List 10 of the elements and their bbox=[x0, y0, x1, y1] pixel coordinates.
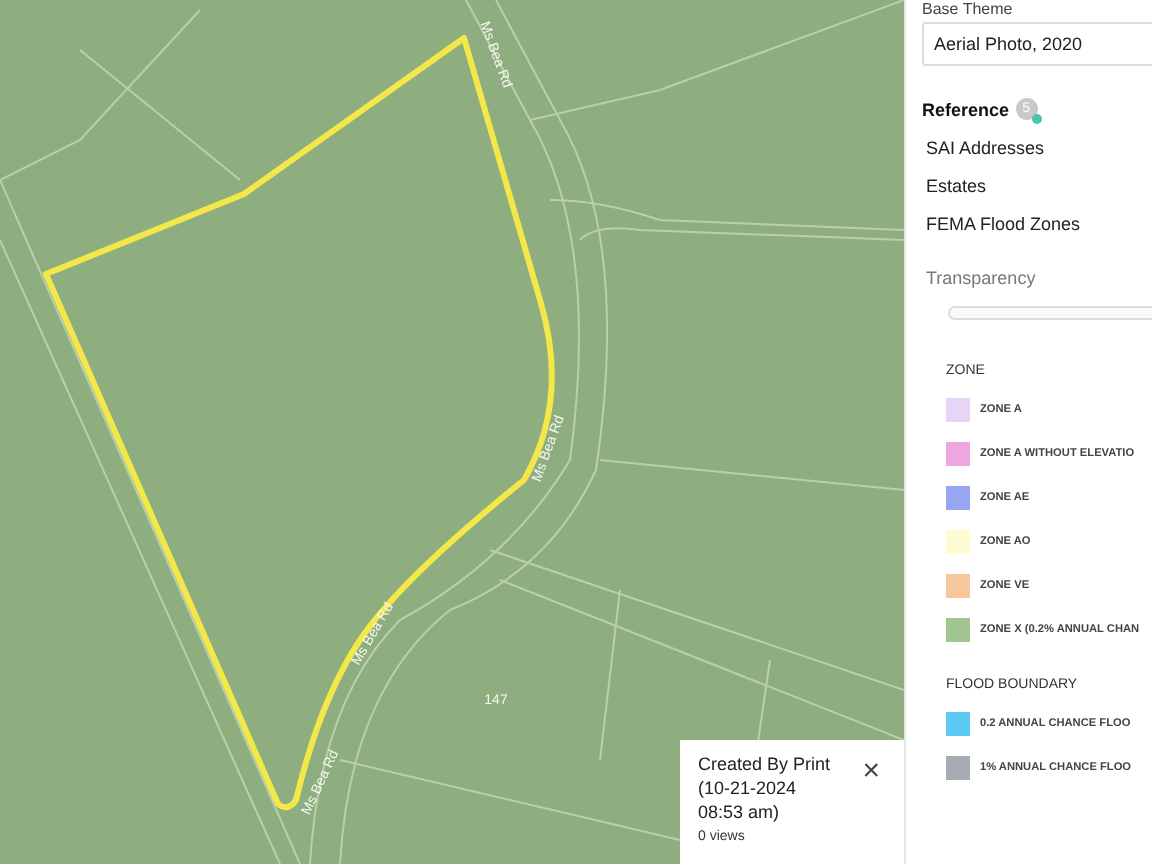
close-button[interactable]: × bbox=[856, 758, 886, 786]
transparency-slider[interactable] bbox=[948, 306, 1152, 320]
base-theme-dropdown[interactable]: Aerial Photo, 2020 bbox=[922, 22, 1152, 66]
layer-item[interactable]: FEMA Flood Zones bbox=[926, 214, 1081, 234]
layer-item[interactable]: SAI Addresses bbox=[926, 138, 1045, 158]
section-heading: Base Theme bbox=[922, 0, 1013, 20]
transparency-label: Transparency bbox=[926, 268, 1036, 288]
layer-item[interactable]: Estates bbox=[926, 176, 987, 196]
popup-title: Created By Print (10-21-2024 08:53 am) bbox=[698, 752, 833, 824]
section-heading: Reference bbox=[922, 99, 1010, 119]
